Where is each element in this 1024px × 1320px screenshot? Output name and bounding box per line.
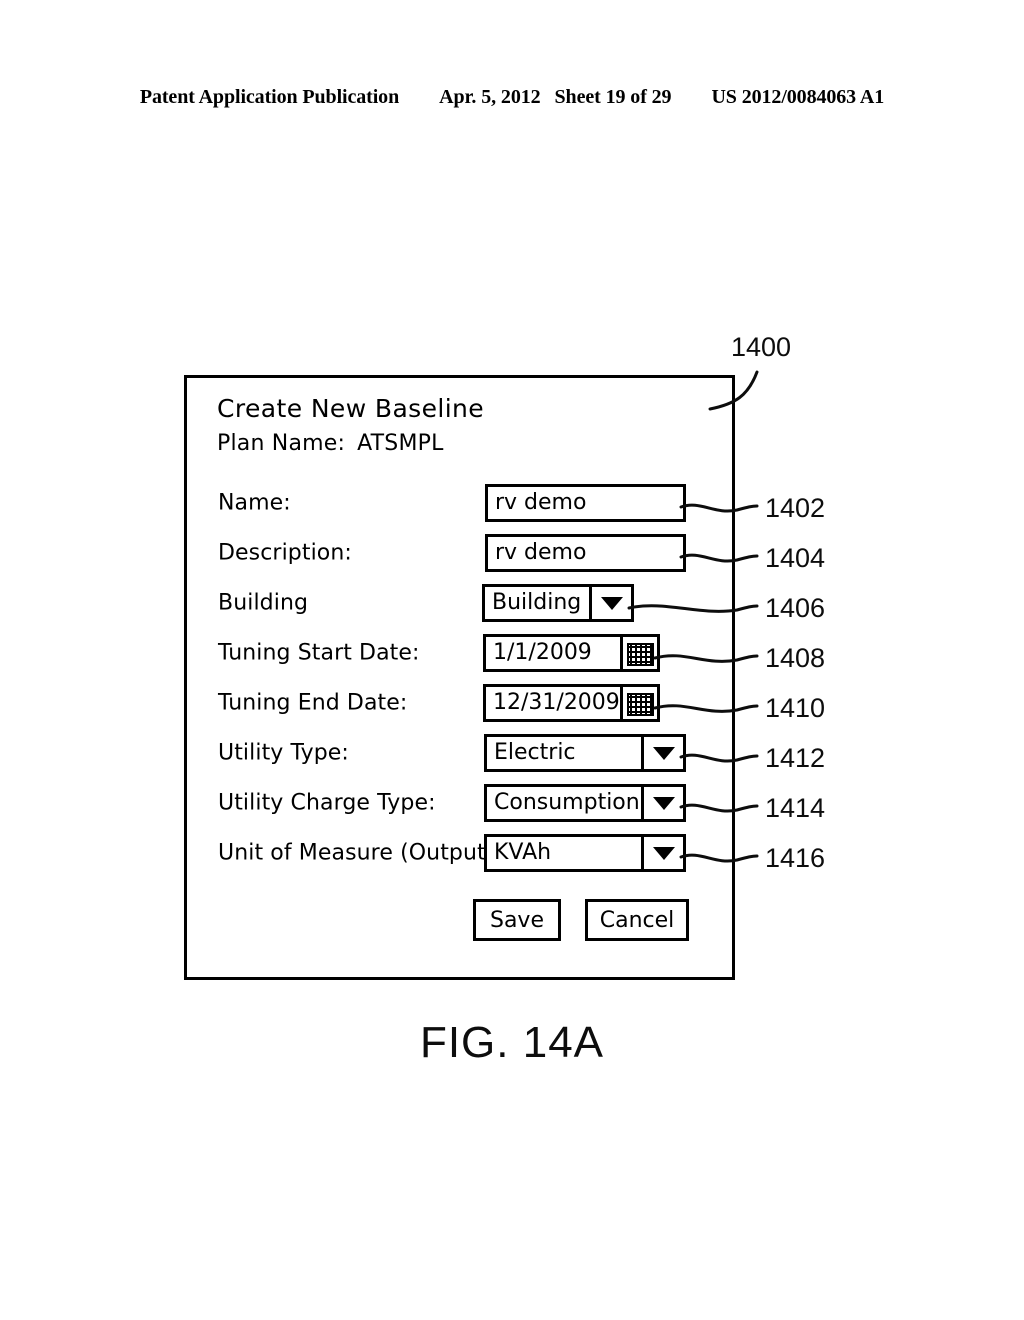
- figure-caption: FIG. 14A: [419, 1018, 605, 1067]
- chevron-down-glyph: [652, 846, 675, 860]
- reference-numeral-1406: 1406: [765, 593, 826, 623]
- chevron-down-glyph: [652, 796, 675, 810]
- chevron-down-icon[interactable]: [641, 737, 683, 769]
- calendar-glyph: [626, 643, 654, 666]
- label-unit-of-measure: Unit of Measure (Output):: [218, 840, 502, 866]
- description-input-value: rv demo: [495, 540, 587, 565]
- chevron-down-icon[interactable]: [589, 587, 631, 619]
- reference-numeral-1410: 1410: [765, 693, 826, 723]
- name-input[interactable]: rv demo: [485, 484, 686, 522]
- label-utility-charge-type: Utility Charge Type:: [218, 790, 436, 816]
- tuning-start-date-input[interactable]: 1/1/2009: [483, 634, 660, 672]
- form-row-tuning-end-date: Tuning End Date: 12/31/2009: [187, 681, 732, 725]
- patent-number-label: US 2012/0084063 A1: [711, 86, 885, 108]
- plan-name-label: Plan Name:: [217, 431, 346, 456]
- tuning-start-date-value: 1/1/2009: [493, 640, 592, 665]
- form-row-utility-charge-type: Utility Charge Type: Consumption: [187, 781, 732, 825]
- unit-of-measure-select[interactable]: KVAh: [484, 834, 686, 872]
- chevron-down-icon[interactable]: [641, 787, 683, 819]
- form-row-utility-type: Utility Type: Electric: [187, 731, 732, 775]
- reference-numeral-1404: 1404: [765, 543, 826, 573]
- utility-charge-type-select-value: Consumption: [494, 790, 640, 815]
- form-row-description: Description: rv demo: [187, 531, 732, 575]
- label-building: Building: [218, 590, 309, 616]
- utility-type-select[interactable]: Electric: [484, 734, 686, 772]
- tuning-end-date-input[interactable]: 12/31/2009: [483, 684, 660, 722]
- unit-of-measure-select-value: KVAh: [494, 840, 552, 865]
- name-input-value: rv demo: [495, 490, 587, 515]
- reference-numeral-1400: 1400: [731, 332, 792, 362]
- reference-numeral-1414: 1414: [765, 793, 826, 823]
- reference-numeral-1412: 1412: [765, 743, 826, 773]
- patent-sheet-label: Sheet 19 of 29: [554, 86, 672, 108]
- plan-name-value: ATSMPL: [357, 431, 444, 456]
- patent-publication-label: Patent Application Publication: [139, 86, 400, 108]
- form-row-name: Name: rv demo: [187, 481, 732, 525]
- reference-numeral-1408: 1408: [765, 643, 826, 673]
- tuning-end-date-value: 12/31/2009: [493, 690, 620, 715]
- utility-charge-type-select[interactable]: Consumption: [484, 784, 686, 822]
- label-description: Description:: [218, 540, 352, 566]
- label-utility-type: Utility Type:: [218, 740, 349, 766]
- building-select[interactable]: Building 1: [482, 584, 634, 622]
- utility-type-select-value: Electric: [494, 740, 576, 765]
- form-row-tuning-start-date: Tuning Start Date: 1/1/2009: [187, 631, 732, 675]
- create-new-baseline-dialog: Create New Baseline Plan Name: ATSMPL Nam…: [184, 375, 735, 980]
- reference-numeral-1416: 1416: [765, 843, 826, 873]
- form-row-unit-of-measure: Unit of Measure (Output): KVAh: [187, 831, 732, 875]
- patent-date-label: Apr. 5, 2012: [439, 86, 541, 108]
- reference-numeral-1402: 1402: [765, 493, 826, 523]
- calendar-glyph: [626, 693, 654, 716]
- description-input[interactable]: rv demo: [485, 534, 686, 572]
- dialog-title: Create New Baseline: [217, 394, 485, 423]
- label-name: Name:: [218, 490, 291, 516]
- dialog-button-bar: Save Cancel: [187, 899, 732, 943]
- calendar-icon[interactable]: [620, 687, 657, 719]
- plan-name-row: Plan Name: ATSMPL: [217, 431, 444, 456]
- chevron-down-glyph: [652, 746, 675, 760]
- calendar-icon[interactable]: [620, 637, 657, 669]
- chevron-down-icon[interactable]: [641, 837, 683, 869]
- building-select-value: Building 1: [492, 590, 589, 615]
- label-tuning-end-date: Tuning End Date:: [218, 690, 408, 716]
- chevron-down-glyph: [600, 596, 623, 610]
- cancel-button[interactable]: Cancel: [585, 899, 689, 941]
- save-button[interactable]: Save: [473, 899, 561, 941]
- label-tuning-start-date: Tuning Start Date:: [218, 640, 420, 666]
- patent-header: Patent Application Publication Apr. 5, 2…: [0, 86, 1024, 109]
- form-row-building: Building Building 1: [187, 581, 732, 625]
